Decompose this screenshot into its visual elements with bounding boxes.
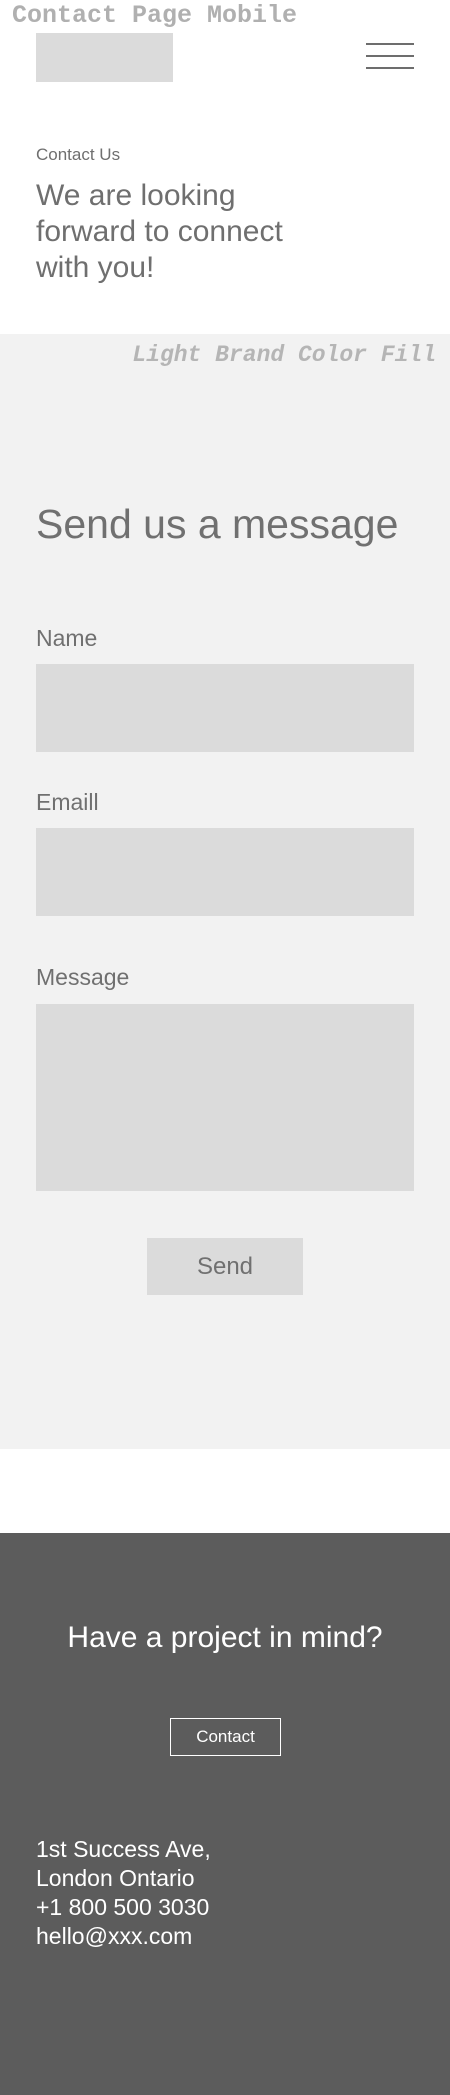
- hamburger-menu-icon[interactable]: [366, 43, 414, 71]
- page-label: Contact Page Mobile: [12, 1, 298, 30]
- footer-title: Have a project in mind?: [67, 1621, 383, 1654]
- message-textarea[interactable]: [36, 1004, 414, 1191]
- contact-button[interactable]: Contact: [170, 1718, 281, 1756]
- email-label: Emaill: [36, 789, 99, 815]
- form-title: Send us a message: [36, 501, 399, 547]
- address-line-2: London Ontario: [36, 1865, 195, 1891]
- email-input[interactable]: [36, 828, 414, 916]
- message-form-section: Light Brand Color Fill Send us a message…: [0, 334, 450, 1449]
- email-link[interactable]: hello@xxx.com: [36, 1923, 192, 1949]
- message-label: Message: [36, 964, 130, 990]
- logo-placeholder[interactable]: [36, 33, 173, 82]
- phone-link[interactable]: +1 800 500 3030: [36, 1894, 209, 1920]
- fill-note: Light Brand Color Fill: [132, 342, 436, 368]
- contact-page: Contact Page Mobile Contact Us We are lo…: [0, 0, 450, 2095]
- footer-address: 1st Success Ave, London Ontario: [36, 1835, 211, 1893]
- hero-title: We are looking forward to connect with y…: [36, 179, 283, 284]
- menu-line: [366, 55, 414, 57]
- footer-contact-info: +1 800 500 3030 hello@xxx.com: [36, 1893, 209, 1951]
- footer: Have a project in mind? Contact 1st Succ…: [0, 1533, 450, 2095]
- name-input[interactable]: [36, 664, 414, 752]
- menu-line: [366, 67, 414, 69]
- name-label: Name: [36, 625, 98, 651]
- hero-eyebrow: Contact Us: [36, 145, 121, 164]
- menu-line: [366, 43, 414, 45]
- send-button[interactable]: Send: [147, 1238, 303, 1295]
- address-line-1: 1st Success Ave,: [36, 1836, 211, 1862]
